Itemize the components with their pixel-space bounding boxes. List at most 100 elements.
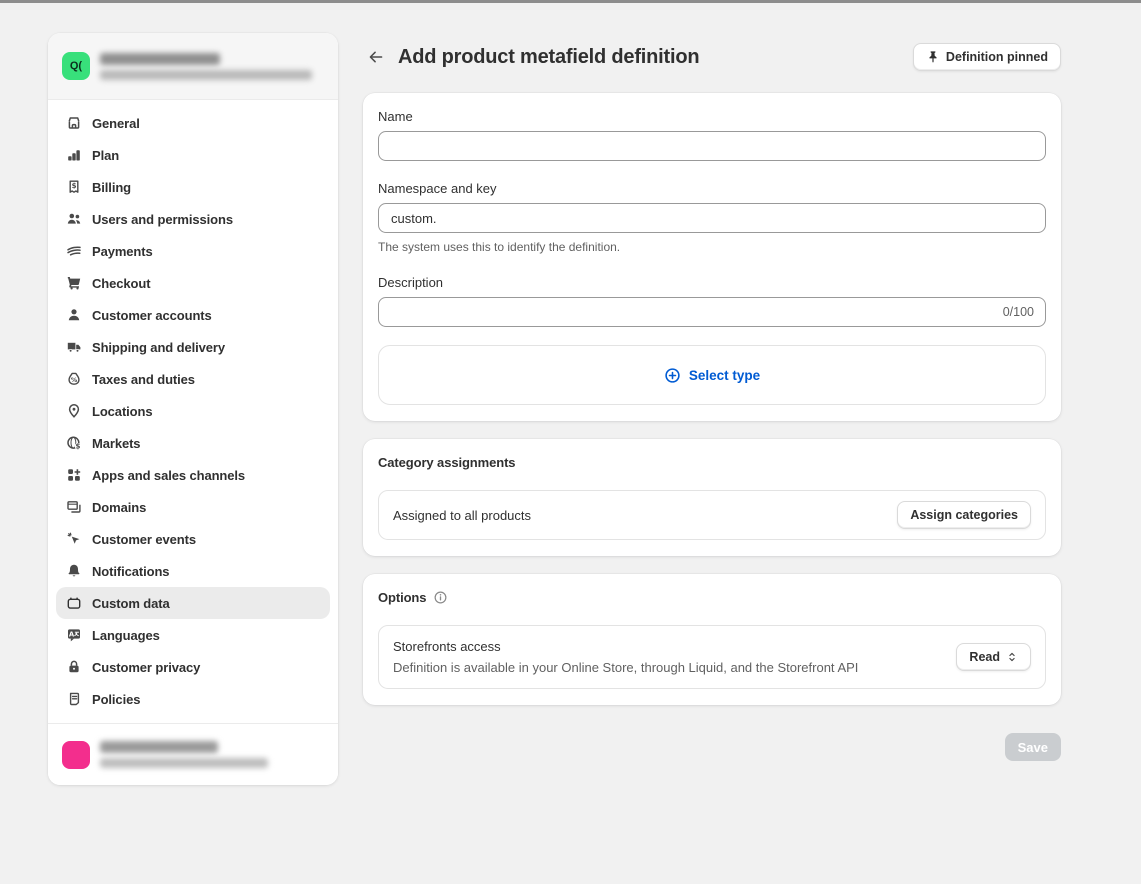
back-arrow-icon bbox=[367, 48, 385, 66]
sidebar-item-label: Markets bbox=[92, 436, 140, 451]
namespace-key-help: The system uses this to identify the def… bbox=[378, 239, 1046, 255]
sidebar-item-billing[interactable]: $ Billing bbox=[56, 171, 330, 203]
sidebar-item-customer-privacy[interactable]: Customer privacy bbox=[56, 651, 330, 683]
money-bag-percent-icon: % bbox=[66, 371, 82, 387]
storefronts-access-title: Storefronts access bbox=[393, 638, 858, 655]
user-name-redacted bbox=[100, 741, 218, 753]
category-assignments-card: Category assignments Assigned to all pro… bbox=[363, 439, 1061, 556]
svg-text:A: A bbox=[69, 630, 75, 638]
store-switcher[interactable]: Q( bbox=[48, 33, 338, 100]
sidebar-item-policies[interactable]: Policies bbox=[56, 683, 330, 715]
description-field: Description 0/100 bbox=[378, 275, 1046, 327]
sidebar-item-notifications[interactable]: Notifications bbox=[56, 555, 330, 587]
svg-text:$: $ bbox=[72, 182, 77, 190]
page-actions: Save bbox=[363, 733, 1061, 761]
sidebar-item-label: Apps and sales channels bbox=[92, 468, 245, 483]
sidebar-item-customer-events[interactable]: Customer events bbox=[56, 523, 330, 555]
sidebar-item-label: Taxes and duties bbox=[92, 372, 195, 387]
name-field: Name bbox=[378, 109, 1046, 161]
sidebar-item-domains[interactable]: Domains bbox=[56, 491, 330, 523]
cursor-sparks-icon bbox=[66, 531, 82, 547]
definition-form-card: Name Namespace and key The system uses t… bbox=[363, 93, 1061, 421]
sidebar-item-label: Customer privacy bbox=[92, 660, 200, 675]
sidebar-item-label: Checkout bbox=[92, 276, 150, 291]
sidebar-item-label: Plan bbox=[92, 148, 119, 163]
sidebar-item-label: General bbox=[92, 116, 140, 131]
pin-icon bbox=[926, 50, 940, 64]
store-avatar: Q( bbox=[62, 52, 90, 80]
policy-doc-icon bbox=[66, 691, 82, 707]
browser-windows-icon bbox=[66, 499, 82, 515]
assign-categories-button[interactable]: Assign categories bbox=[897, 501, 1031, 529]
info-icon[interactable] bbox=[433, 590, 448, 605]
payments-icon bbox=[66, 243, 82, 259]
sidebar-item-label: Payments bbox=[92, 244, 153, 259]
sidebar-item-payments[interactable]: Payments bbox=[56, 235, 330, 267]
truck-icon bbox=[66, 339, 82, 355]
name-label: Name bbox=[378, 109, 1046, 125]
description-input[interactable] bbox=[378, 297, 1046, 327]
users-icon bbox=[66, 211, 82, 227]
sidebar-item-label: Policies bbox=[92, 692, 140, 707]
save-button[interactable]: Save bbox=[1005, 733, 1061, 761]
sidebar-item-taxes-and-duties[interactable]: % Taxes and duties bbox=[56, 363, 330, 395]
definition-pinned-label: Definition pinned bbox=[946, 50, 1048, 64]
storefronts-access-description: Definition is available in your Online S… bbox=[393, 659, 858, 676]
sidebar-item-checkout[interactable]: Checkout bbox=[56, 267, 330, 299]
page-title: Add product metafield definition bbox=[398, 46, 699, 69]
store-url-redacted bbox=[100, 70, 312, 80]
storefronts-access-row: Storefronts access Definition is availab… bbox=[378, 625, 1046, 689]
plus-circle-icon bbox=[664, 367, 681, 384]
store-avatar-initials: Q( bbox=[70, 60, 82, 72]
lock-icon bbox=[66, 659, 82, 675]
namespace-key-label: Namespace and key bbox=[378, 181, 1046, 197]
plan-steps-icon bbox=[66, 147, 82, 163]
sidebar-item-custom-data[interactable]: Custom data bbox=[56, 587, 330, 619]
sidebar-item-markets[interactable]: $ Markets bbox=[56, 427, 330, 459]
sidebar-item-label: Domains bbox=[92, 500, 146, 515]
translate-icon: A bbox=[66, 627, 82, 643]
storefronts-access-select[interactable]: Read bbox=[956, 643, 1031, 671]
name-input[interactable] bbox=[378, 131, 1046, 161]
options-card: Options Storefronts access Definition is… bbox=[363, 574, 1061, 705]
map-pin-icon bbox=[66, 403, 82, 419]
sidebar-item-label: Shipping and delivery bbox=[92, 340, 225, 355]
sidebar-item-label: Customer accounts bbox=[92, 308, 212, 323]
user-email-redacted bbox=[100, 758, 268, 768]
sidebar-item-label: Locations bbox=[92, 404, 153, 419]
sidebar-item-label: Billing bbox=[92, 180, 131, 195]
sidebar-item-label: Custom data bbox=[92, 596, 170, 611]
namespace-key-input[interactable] bbox=[378, 203, 1046, 233]
select-type-button[interactable]: Select type bbox=[664, 367, 760, 384]
sidebar-item-plan[interactable]: Plan bbox=[56, 139, 330, 171]
sidebar-item-users-and-permissions[interactable]: Users and permissions bbox=[56, 203, 330, 235]
store-name-redacted bbox=[100, 53, 220, 65]
namespace-key-field: Namespace and key The system uses this t… bbox=[378, 181, 1046, 255]
user-menu[interactable] bbox=[48, 723, 338, 785]
user-avatar bbox=[62, 741, 90, 769]
category-assignment-row: Assigned to all products Assign categori… bbox=[378, 490, 1046, 540]
sidebar-item-customer-accounts[interactable]: Customer accounts bbox=[56, 299, 330, 331]
sidebar-item-locations[interactable]: Locations bbox=[56, 395, 330, 427]
settings-sidebar: Q( General Plan $ Billing Users and perm… bbox=[48, 33, 338, 785]
bell-icon bbox=[66, 563, 82, 579]
sidebar-item-shipping-and-delivery[interactable]: Shipping and delivery bbox=[56, 331, 330, 363]
svg-text:%: % bbox=[71, 376, 78, 384]
sidebar-item-general[interactable]: General bbox=[56, 107, 330, 139]
description-label: Description bbox=[378, 275, 1046, 291]
svg-text:$: $ bbox=[76, 443, 81, 451]
sidebar-item-languages[interactable]: A Languages bbox=[56, 619, 330, 651]
sidebar-item-label: Languages bbox=[92, 628, 160, 643]
receipt-dollar-icon: $ bbox=[66, 179, 82, 195]
back-button[interactable] bbox=[363, 44, 389, 70]
sidebar-item-apps-and-sales-channels[interactable]: Apps and sales channels bbox=[56, 459, 330, 491]
custom-data-icon bbox=[66, 595, 82, 611]
select-type-label: Select type bbox=[689, 368, 760, 383]
sidebar-item-label: Customer events bbox=[92, 532, 196, 547]
apps-grid-icon bbox=[66, 467, 82, 483]
definition-pinned-button[interactable]: Definition pinned bbox=[913, 43, 1061, 71]
options-title: Options bbox=[378, 590, 426, 605]
storefront-icon bbox=[66, 115, 82, 131]
assignment-status-text: Assigned to all products bbox=[393, 508, 531, 523]
globe-dollar-icon: $ bbox=[66, 435, 82, 451]
